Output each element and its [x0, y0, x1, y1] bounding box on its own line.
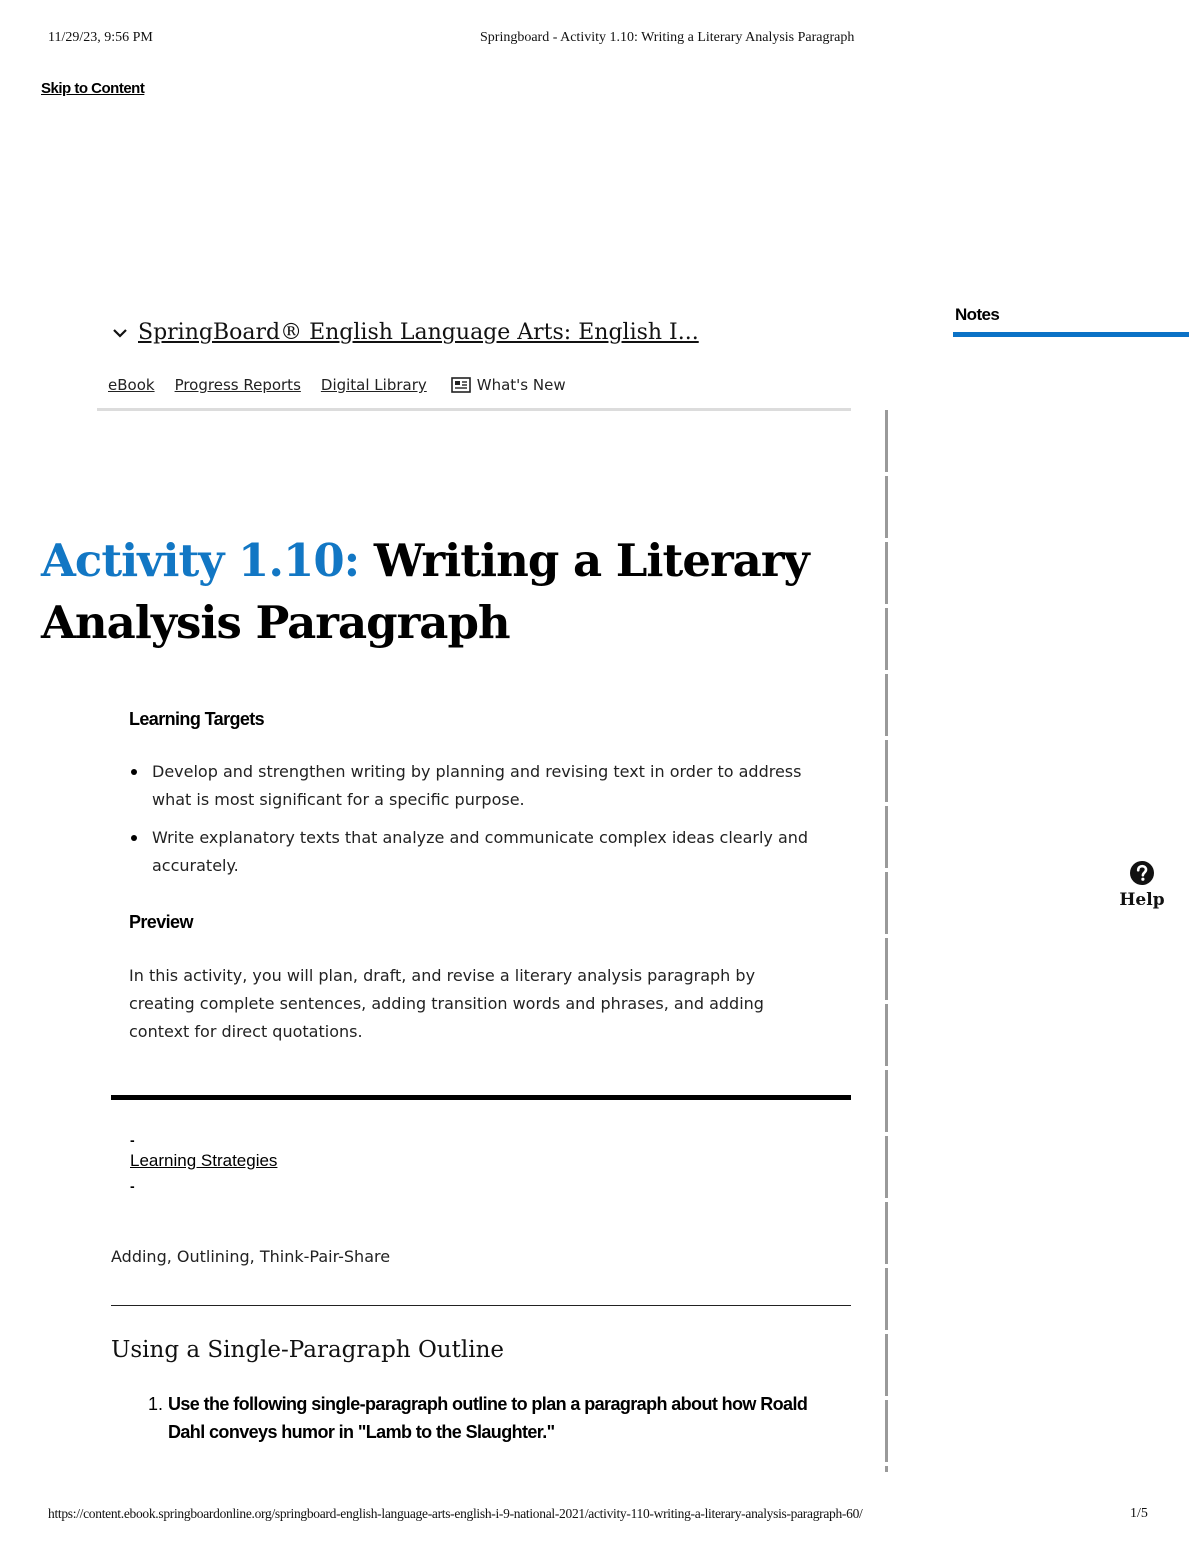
page-title: Activity 1.10: Writing a Literary Analys…	[41, 530, 841, 654]
newspaper-icon	[450, 377, 471, 393]
question-number: 1.	[148, 1394, 164, 1414]
course-title-link[interactable]: SpringBoard® English Language Arts: Engl…	[138, 320, 699, 345]
learning-targets-heading: Learning Targets	[129, 709, 265, 729]
section-divider-thin	[111, 1305, 851, 1306]
help-icon	[1130, 861, 1154, 885]
chevron-down-icon	[113, 328, 127, 338]
nav-divider	[97, 408, 851, 411]
top-nav: eBook Progress Reports Digital Library W…	[108, 376, 566, 394]
learning-strategies-list: Adding, Outlining, Think-Pair-Share	[111, 1247, 391, 1266]
nav-digital-library-link[interactable]: Digital Library	[321, 376, 427, 394]
learning-target-item: Develop and strengthen writing by planni…	[129, 758, 829, 814]
question-item: 1. Use the following single-paragraph ou…	[148, 1390, 848, 1446]
course-breadcrumb[interactable]: SpringBoard® English Language Arts: Engl…	[110, 320, 699, 345]
print-url: https://content.ebook.springboardonline.…	[48, 1506, 863, 1521]
help-label: Help	[1119, 890, 1165, 910]
learning-strategies-dash-bottom: -	[130, 1178, 135, 1194]
panel-divider[interactable]	[885, 410, 888, 1472]
question-text: Use the following single-paragraph outli…	[168, 1394, 808, 1442]
notes-tab-indicator	[953, 332, 1189, 337]
learning-target-item: Write explanatory texts that analyze and…	[129, 824, 829, 880]
print-datetime: 11/29/23, 9:56 PM	[48, 30, 153, 45]
nav-whats-new-button[interactable]: What's New	[450, 376, 566, 394]
notes-tab-label[interactable]: Notes	[955, 305, 1000, 325]
nav-progress-reports-link[interactable]: Progress Reports	[175, 376, 301, 394]
learning-targets-list: Develop and strengthen writing by planni…	[129, 758, 829, 890]
learning-strategies-dash-top: -	[130, 1132, 135, 1148]
learning-strategies-toggle[interactable]: - Learning Strategies -	[130, 1132, 277, 1194]
skip-to-content-link[interactable]: Skip to Content	[41, 80, 145, 97]
nav-whats-new-label: What's New	[476, 376, 566, 394]
section-divider-thick	[111, 1095, 851, 1100]
print-page-number: 1/5	[1130, 1506, 1148, 1521]
preview-heading: Preview	[129, 912, 193, 932]
section-heading: Using a Single-Paragraph Outline	[111, 1337, 504, 1363]
print-page-title: Springboard - Activity 1.10: Writing a L…	[480, 30, 855, 45]
help-button[interactable]: Help	[1110, 860, 1174, 910]
nav-ebook-link[interactable]: eBook	[108, 376, 155, 394]
activity-number: Activity 1.10:	[41, 534, 360, 587]
learning-strategies-label[interactable]: Learning Strategies	[130, 1150, 277, 1172]
preview-text: In this activity, you will plan, draft, …	[129, 966, 764, 1041]
